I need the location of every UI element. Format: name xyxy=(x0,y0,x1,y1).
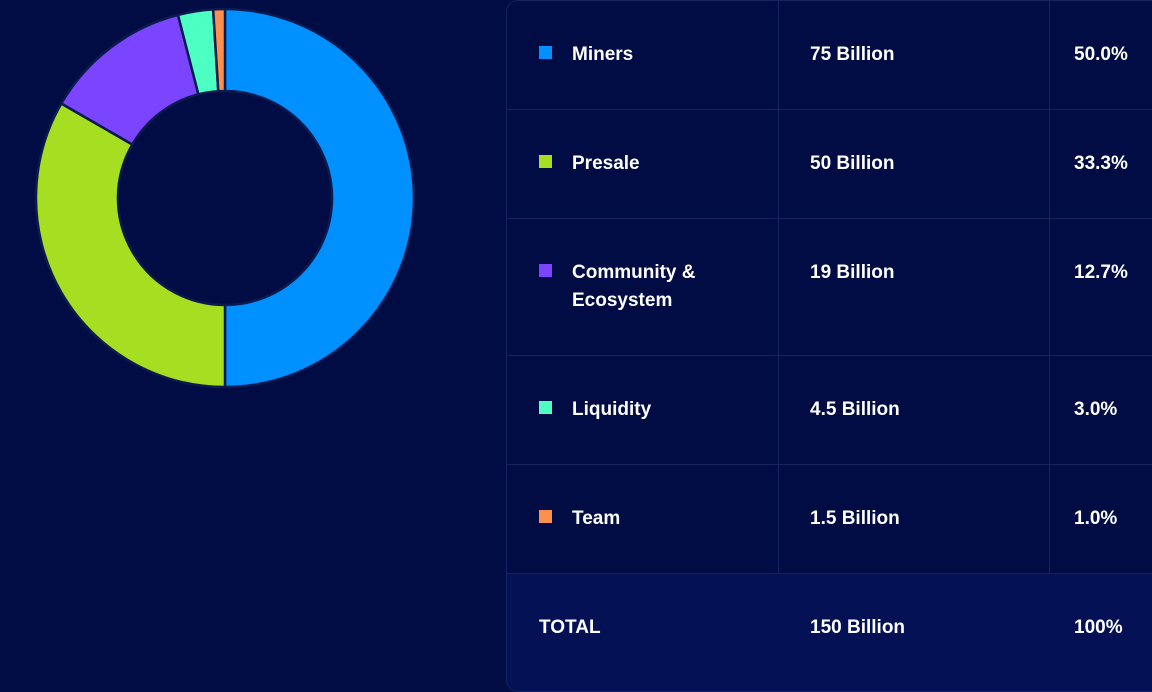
legend-swatch-community xyxy=(539,264,552,277)
row-percent: 1.0% xyxy=(1074,508,1118,529)
row-percent: 3.0% xyxy=(1074,399,1118,420)
row-amount: 4.5 Billion xyxy=(810,399,900,420)
total-label: TOTAL xyxy=(539,617,601,638)
row-name: Liquidity xyxy=(572,399,652,420)
row-percent: 12.7% xyxy=(1074,262,1128,283)
row-name: Team xyxy=(572,508,621,529)
total-percent: 100% xyxy=(1074,617,1123,638)
row-name: Community & Ecosystem xyxy=(572,259,762,315)
table-row-team: Team 1.5 Billion 1.0% xyxy=(507,465,1152,574)
legend-swatch-miners xyxy=(539,46,552,59)
allocation-table: Miners 75 Billion 50.0% Presale 50 Billi… xyxy=(506,0,1152,692)
legend-swatch-team xyxy=(539,510,552,523)
row-percent: 33.3% xyxy=(1074,153,1128,174)
donut-chart xyxy=(34,7,416,389)
table-row-liquidity: Liquidity 4.5 Billion 3.0% xyxy=(507,356,1152,465)
row-name-line1: Community & xyxy=(572,262,696,283)
row-name-line2: Ecosystem xyxy=(572,290,673,311)
legend-swatch-presale xyxy=(539,155,552,168)
row-percent: 50.0% xyxy=(1074,44,1128,65)
legend-swatch-liquidity xyxy=(539,401,552,414)
total-amount: 150 Billion xyxy=(810,617,906,638)
row-amount: 75 Billion xyxy=(810,44,895,65)
table-row-total: TOTAL 150 Billion 100% xyxy=(507,574,1152,691)
row-name: Presale xyxy=(572,153,640,174)
table-row-miners: Miners 75 Billion 50.0% xyxy=(507,1,1152,110)
row-amount: 50 Billion xyxy=(810,153,895,174)
table-row-community: Community & Ecosystem 19 Billion 12.7% xyxy=(507,219,1152,356)
row-amount: 19 Billion xyxy=(810,262,895,283)
donut-slice-miners xyxy=(223,7,416,389)
row-amount: 1.5 Billion xyxy=(810,508,900,529)
table-row-presale: Presale 50 Billion 33.3% xyxy=(507,110,1152,219)
row-name: Miners xyxy=(572,44,634,65)
donut-slice-presale xyxy=(34,102,227,389)
